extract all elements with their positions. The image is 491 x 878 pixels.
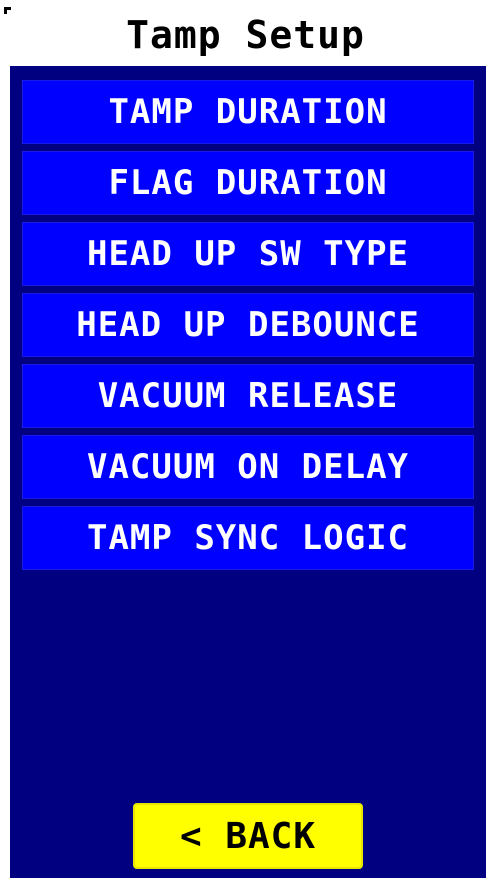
back-button-label: < BACK [179, 815, 317, 857]
menu-item-label: TAMP SYNC LOGIC [86, 518, 410, 558]
corner-marker [4, 7, 11, 14]
menu-item-label: VACUUM ON DELAY [86, 447, 410, 487]
menu-item-label: VACUUM RELEASE [97, 376, 399, 416]
page-title: Tamp Setup [126, 13, 365, 57]
back-button[interactable]: < BACK [133, 803, 363, 869]
menu-item-tamp-duration[interactable]: TAMP DURATION [22, 80, 474, 144]
setup-menu: TAMP DURATION FLAG DURATION HEAD UP SW T… [22, 80, 474, 577]
menu-item-label: TAMP DURATION [108, 92, 388, 132]
menu-item-tamp-sync-logic[interactable]: TAMP SYNC LOGIC [22, 506, 474, 570]
menu-item-label: FLAG DURATION [108, 163, 388, 203]
menu-item-flag-duration[interactable]: FLAG DURATION [22, 151, 474, 215]
menu-item-head-up-debounce[interactable]: HEAD UP DEBOUNCE [22, 293, 474, 357]
menu-item-label: HEAD UP SW TYPE [86, 234, 410, 274]
menu-item-label: HEAD UP DEBOUNCE [76, 305, 420, 345]
menu-item-vacuum-on-delay[interactable]: VACUUM ON DELAY [22, 435, 474, 499]
menu-item-vacuum-release[interactable]: VACUUM RELEASE [22, 364, 474, 428]
menu-panel: TAMP DURATION FLAG DURATION HEAD UP SW T… [10, 66, 486, 878]
menu-item-head-up-sw-type[interactable]: HEAD UP SW TYPE [22, 222, 474, 286]
title-bar: Tamp Setup [0, 0, 491, 66]
